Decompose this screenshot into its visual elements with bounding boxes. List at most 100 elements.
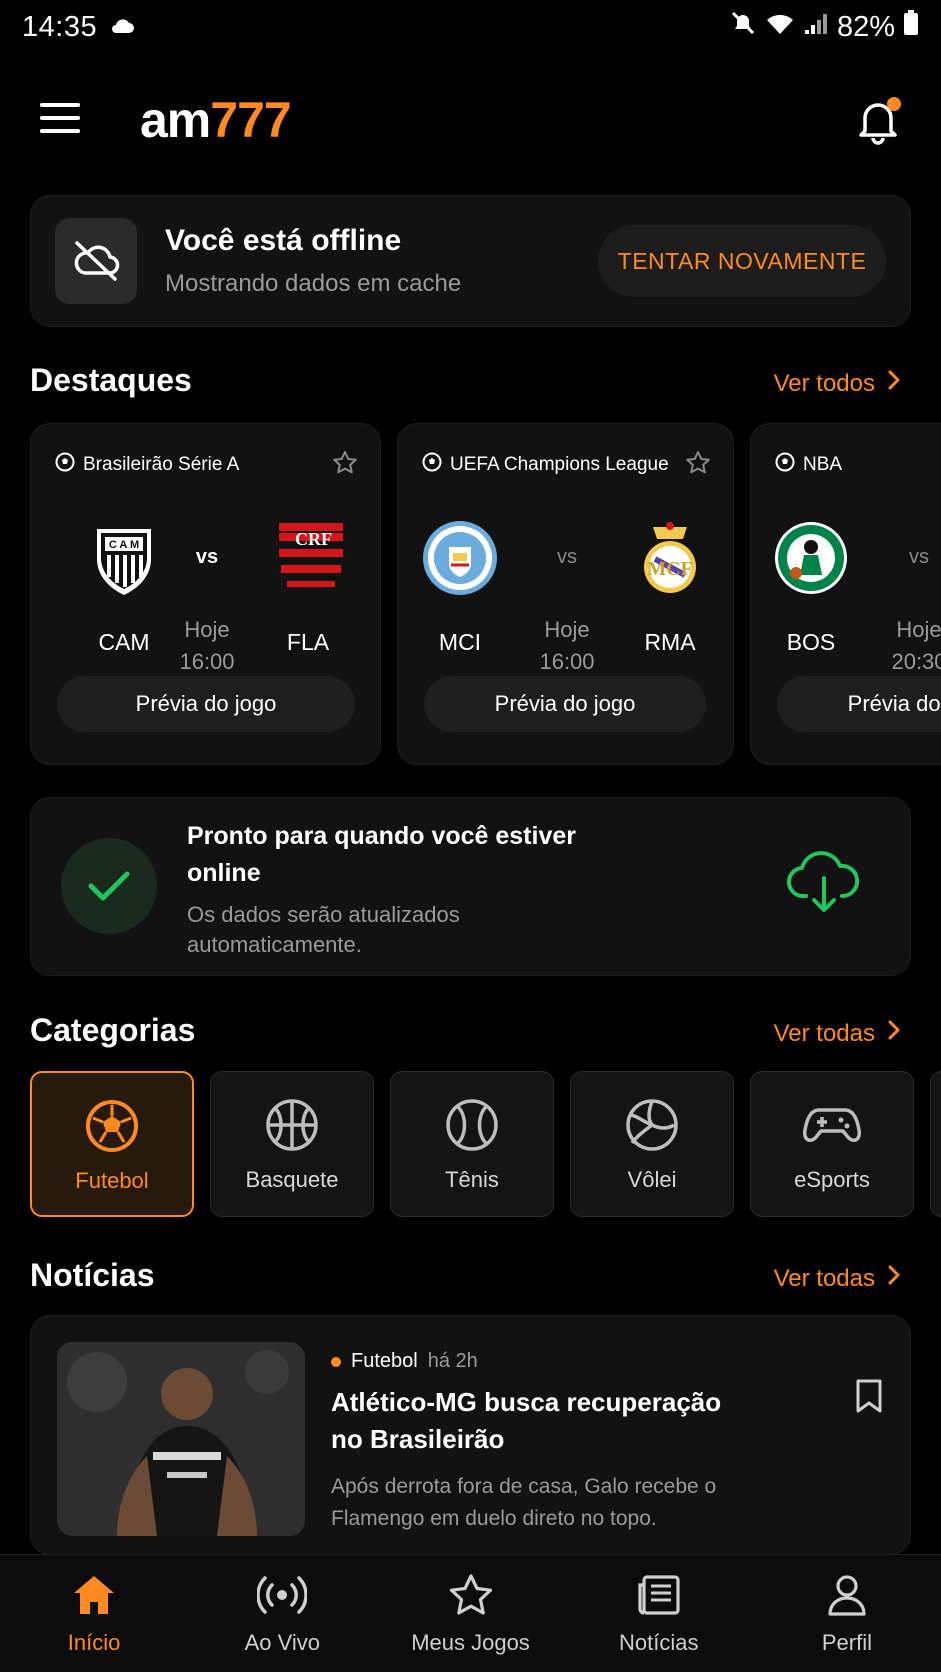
nav-ao-vivo[interactable]: Ao Vivo xyxy=(188,1555,376,1672)
favorite-star-icon[interactable] xyxy=(685,450,711,481)
clock: 14:35 xyxy=(22,10,98,43)
mute-icon xyxy=(729,9,757,45)
offline-banner: Você está offline Mostrando dados em cac… xyxy=(30,195,911,327)
chevron-right-icon xyxy=(887,369,901,398)
battery-icon xyxy=(903,10,919,44)
highlights-title: Destaques xyxy=(30,362,192,398)
nav-perfil[interactable]: Perfil xyxy=(753,1555,941,1672)
menu-icon[interactable] xyxy=(38,101,82,140)
bookmark-icon[interactable] xyxy=(854,1378,884,1419)
away-team: CRF FLA xyxy=(263,519,353,656)
news-title: Notícias xyxy=(30,1257,155,1293)
tennis-ball-icon xyxy=(445,1098,499,1157)
signal-icon xyxy=(803,11,829,44)
gamepad-icon xyxy=(802,1098,862,1157)
offline-ready-card: Pronto para quando você estiver online O… xyxy=(30,797,911,976)
svg-text:CRF: CRF xyxy=(295,529,332,549)
category-esports[interactable]: eSports xyxy=(750,1071,914,1217)
match-preview-button[interactable]: Prévia do jogo xyxy=(424,676,706,732)
match-time: Hoje 20:30 xyxy=(891,617,941,674)
basketball-icon xyxy=(265,1098,319,1157)
offline-subtitle: Mostrando dados em cache xyxy=(165,270,462,297)
offline-title: Você está offline xyxy=(165,224,402,257)
nav-inicio[interactable]: Início xyxy=(0,1555,188,1672)
home-team: C A M CAM xyxy=(79,519,169,656)
news-photo xyxy=(57,1342,305,1536)
highlights-see-all-link[interactable]: Ver todos xyxy=(774,369,901,398)
ready-title: Pronto para quando você estiver online xyxy=(187,822,576,887)
match-card[interactable]: NBA BOS vs Hoje 20:30 Prévia do jogo xyxy=(750,423,941,765)
bottom-navigation: Início Ao Vivo Meus Jogos Notícias Perfi… xyxy=(0,1554,941,1672)
league-label: UEFA Champions League xyxy=(422,452,669,478)
ready-subtitle: Os dados serão atualizados automaticamen… xyxy=(187,902,460,957)
chevron-right-icon xyxy=(887,1264,901,1293)
newspaper-icon xyxy=(636,1573,682,1622)
league-label: NBA xyxy=(775,452,842,478)
team-code: FLA xyxy=(286,629,330,655)
team-code: CAM xyxy=(98,629,150,655)
nav-meus-jogos[interactable]: Meus Jogos xyxy=(376,1555,564,1672)
team-code: MCI xyxy=(438,629,482,655)
app-bar: am777 xyxy=(0,70,941,170)
home-team: MCI xyxy=(415,519,505,656)
category-futebol[interactable]: Futebol xyxy=(30,1071,194,1217)
vs-label: vs xyxy=(195,546,219,568)
svg-text:MCF: MCF xyxy=(647,558,693,580)
cloud-status-icon xyxy=(109,11,135,44)
live-broadcast-icon xyxy=(256,1573,309,1622)
home-icon xyxy=(71,1573,117,1622)
match-card[interactable]: UEFA Champions League MCI vs Hoje 16:00 … xyxy=(397,423,734,765)
category-basquete[interactable]: Basquete xyxy=(210,1071,374,1217)
match-card[interactable]: Brasileirão Série A C A M CAM vs Hoje 16… xyxy=(30,423,381,765)
vs-label: vs xyxy=(557,546,577,568)
nav-noticias[interactable]: Notícias xyxy=(565,1555,753,1672)
notifications-button[interactable] xyxy=(853,95,903,145)
atletico-mineiro-crest-icon: C A M xyxy=(85,519,163,597)
league-label: Brasileirão Série A xyxy=(55,452,239,478)
checkmark-icon xyxy=(61,838,157,934)
brand-logo[interactable]: am777 xyxy=(140,91,292,149)
favorite-star-icon[interactable] xyxy=(332,450,358,481)
categories-title: Categorias xyxy=(30,1012,196,1048)
soccer-ball-icon xyxy=(85,1099,139,1158)
battery-percent: 82% xyxy=(836,10,895,43)
categories-see-all-link[interactable]: Ver todas xyxy=(774,1019,901,1048)
category-next-partial[interactable] xyxy=(930,1071,941,1217)
match-preview-button[interactable]: Prévia do jogo xyxy=(777,676,941,732)
news-see-all-link[interactable]: Ver todas xyxy=(774,1264,901,1293)
real-madrid-crest-icon: MCF xyxy=(631,519,709,597)
notification-dot xyxy=(887,97,901,111)
team-code: RMA xyxy=(644,629,696,655)
retry-button[interactable]: TENTAR NOVAMENTE xyxy=(598,225,886,297)
chevron-right-icon xyxy=(887,1019,901,1048)
user-icon xyxy=(824,1573,870,1622)
status-bar: 14:35 82% xyxy=(0,0,941,54)
boston-celtics-crest-icon xyxy=(772,519,850,597)
home-team: BOS xyxy=(766,519,856,656)
cloud-download-icon xyxy=(786,850,862,921)
news-meta: Futebol há 2h xyxy=(331,1350,478,1373)
soccer-ball-icon xyxy=(775,452,795,478)
match-time: Hoje 16:00 xyxy=(539,617,595,674)
flamengo-crest-icon: CRF xyxy=(269,519,347,597)
news-headline: Atlético-MG busca recuperação no Brasile… xyxy=(331,1387,722,1454)
bell-icon xyxy=(853,103,903,149)
star-icon xyxy=(448,1573,494,1622)
news-time: há 2h xyxy=(427,1350,478,1372)
category-dot xyxy=(331,1356,341,1367)
away-team: MCF RMA xyxy=(625,519,715,656)
category-volei[interactable]: Vôlei xyxy=(570,1071,734,1217)
volleyball-icon xyxy=(625,1098,679,1157)
soccer-ball-icon xyxy=(422,452,442,478)
manchester-city-crest-icon xyxy=(421,519,499,597)
wifi-icon xyxy=(765,11,795,44)
svg-text:C A M: C A M xyxy=(109,539,139,551)
cloud-off-icon xyxy=(55,218,137,304)
soccer-ball-icon xyxy=(55,452,75,478)
team-code: BOS xyxy=(786,629,836,655)
match-time: Hoje 16:00 xyxy=(179,617,235,674)
category-tenis[interactable]: Tênis xyxy=(390,1071,554,1217)
match-preview-button[interactable]: Prévia do jogo xyxy=(57,676,355,732)
news-card[interactable]: Futebol há 2h Atlético-MG busca recupera… xyxy=(30,1315,911,1555)
vs-label: vs xyxy=(909,546,929,568)
